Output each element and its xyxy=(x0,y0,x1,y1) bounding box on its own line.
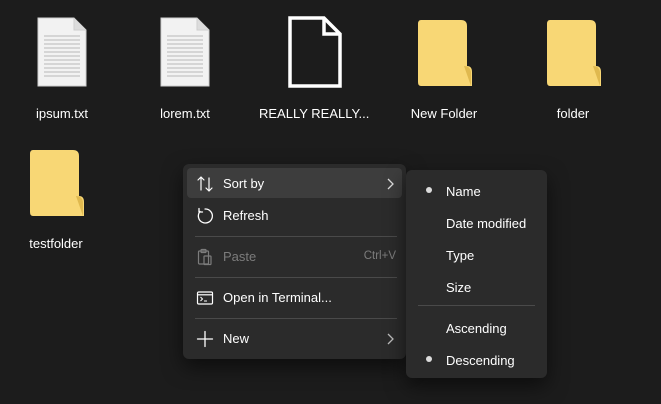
selected-bullet-icon xyxy=(426,356,432,362)
menu-item-open-in-terminal[interactable]: Open in Terminal... xyxy=(187,282,402,312)
text-file-icon xyxy=(160,17,210,87)
sort-by-submenu: Name Date modified Type Size Ascending D… xyxy=(406,170,547,378)
context-menu: Sort by Refresh Paste Ctrl+V Open in Ter… xyxy=(183,164,406,359)
sort-option-label: Type xyxy=(446,248,475,263)
menu-label: New xyxy=(223,331,250,346)
menu-item-refresh[interactable]: Refresh xyxy=(187,200,402,230)
folder-icon xyxy=(547,20,601,86)
folder-icon xyxy=(30,150,84,216)
file-lorem-txt[interactable]: lorem.txt xyxy=(130,0,240,121)
folder-folder[interactable]: folder xyxy=(518,0,628,121)
sort-option-label: Size xyxy=(446,280,472,295)
menu-divider xyxy=(195,318,397,319)
sort-order-ascending[interactable]: Ascending xyxy=(410,311,543,339)
terminal-icon xyxy=(196,291,214,305)
menu-label: Open in Terminal... xyxy=(223,290,332,305)
selected-bullet-icon xyxy=(426,187,432,193)
paste-icon xyxy=(197,248,212,266)
menu-label: Sort by xyxy=(223,176,265,191)
sort-order-label: Descending xyxy=(446,353,515,368)
chevron-right-icon xyxy=(387,333,394,345)
plus-icon xyxy=(196,330,214,348)
desktop[interactable]: ipsum.txt lorem.txt REALLY REALLY... New… xyxy=(0,0,661,404)
file-label: lorem.txt xyxy=(160,106,210,121)
sort-option-size[interactable]: Size xyxy=(410,270,543,298)
folder-testfolder[interactable]: testfolder xyxy=(1,130,111,251)
file-label: ipsum.txt xyxy=(35,106,88,121)
menu-label: Refresh xyxy=(223,208,269,223)
menu-divider xyxy=(195,236,397,237)
sort-order-descending[interactable]: Descending xyxy=(410,343,543,371)
sort-option-date-modified[interactable]: Date modified xyxy=(410,206,543,234)
blank-file-icon xyxy=(288,16,342,88)
menu-label: Paste xyxy=(223,249,257,264)
file-ipsum-txt[interactable]: ipsum.txt xyxy=(7,0,117,121)
sort-option-type[interactable]: Type xyxy=(410,238,543,266)
folder-new-folder[interactable]: New Folder xyxy=(389,0,499,121)
menu-item-paste[interactable]: Paste Ctrl+V xyxy=(187,241,402,271)
refresh-icon xyxy=(197,207,213,224)
menu-item-sort-by[interactable]: Sort by xyxy=(187,168,402,198)
menu-divider xyxy=(195,277,397,278)
chevron-right-icon xyxy=(387,178,394,190)
submenu-divider xyxy=(418,305,535,306)
file-label: REALLY REALLY... xyxy=(259,106,370,121)
file-really-long-name[interactable]: REALLY REALLY... xyxy=(259,0,370,121)
sort-option-name[interactable]: Name xyxy=(410,174,543,202)
sort-option-label: Date modified xyxy=(446,216,527,231)
file-label: testfolder xyxy=(29,236,83,251)
file-label: folder xyxy=(556,106,590,121)
sort-icon xyxy=(197,176,213,192)
file-label: New Folder xyxy=(410,106,478,121)
text-file-icon xyxy=(37,17,87,87)
menu-item-new[interactable]: New xyxy=(187,323,402,353)
sort-order-label: Ascending xyxy=(446,321,507,336)
paste-shortcut: Ctrl+V xyxy=(363,250,396,262)
folder-icon xyxy=(418,20,472,86)
sort-option-label: Name xyxy=(446,184,481,199)
